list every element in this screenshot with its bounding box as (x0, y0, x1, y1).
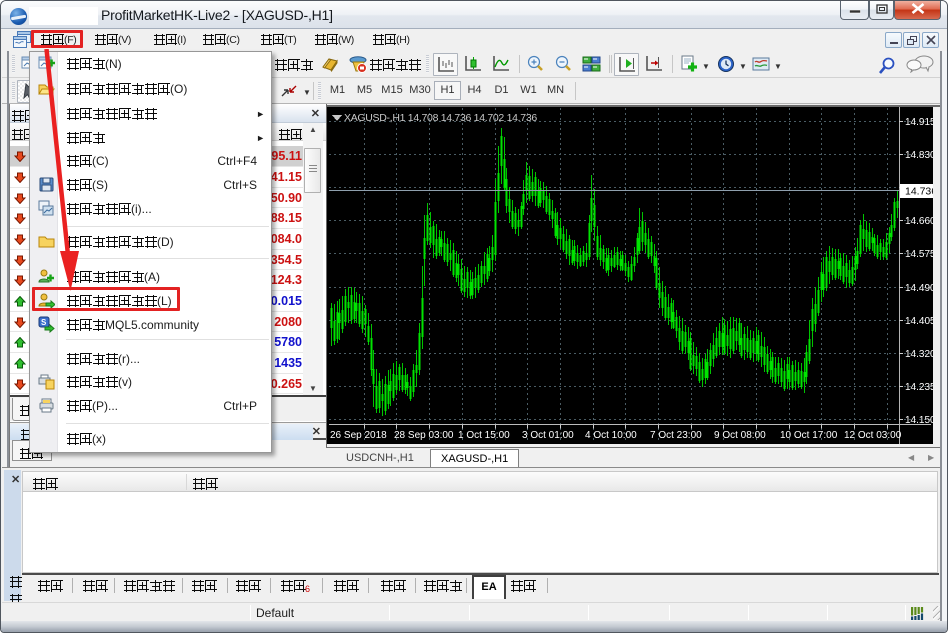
svg-text:10 Oct 17:00: 10 Oct 17:00 (780, 430, 838, 441)
svg-text:S: S (41, 318, 47, 327)
svg-text:14.915: 14.915 (905, 117, 936, 128)
svg-text:14.150: 14.150 (905, 415, 936, 426)
svg-text:14.405: 14.405 (905, 316, 936, 327)
svg-text:12 Oct 03:00: 12 Oct 03:00 (844, 430, 902, 441)
svg-text:28 Sep 03:00: 28 Sep 03:00 (394, 430, 454, 441)
svg-text:14.660: 14.660 (905, 216, 936, 227)
svg-text:14.235: 14.235 (905, 382, 936, 393)
svg-text:14.490: 14.490 (905, 283, 936, 294)
svg-text:14.320: 14.320 (905, 349, 936, 360)
svg-text:14.575: 14.575 (905, 249, 936, 260)
svg-text:3 Oct 01:00: 3 Oct 01:00 (522, 430, 574, 441)
svg-text:1 Oct 15:00: 1 Oct 15:00 (458, 430, 510, 441)
svg-text:XAGUSD-,H1 14.708 14.736 14.7: XAGUSD-,H1 14.708 14.736 14.702 14.736 (344, 112, 537, 124)
svg-text:26 Sep 2018: 26 Sep 2018 (330, 430, 387, 441)
svg-text:4 Oct 10:00: 4 Oct 10:00 (585, 430, 637, 441)
svg-text:14.736: 14.736 (905, 186, 937, 198)
svg-text:7 Oct 23:00: 7 Oct 23:00 (650, 430, 702, 441)
svg-text:9 Oct 08:00: 9 Oct 08:00 (714, 430, 766, 441)
svg-text:14.830: 14.830 (905, 150, 936, 161)
